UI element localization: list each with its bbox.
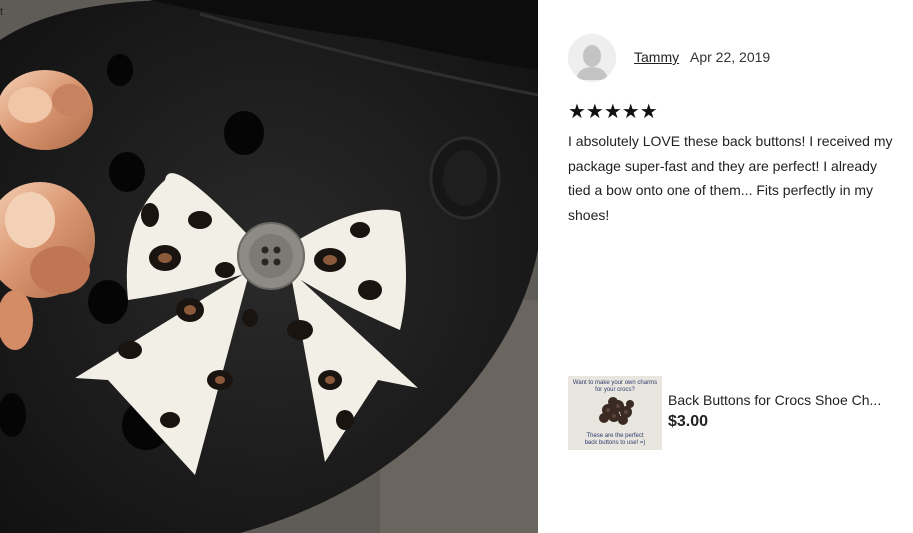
review-photo[interactable]: t — [0, 0, 538, 533]
product-thumbnail[interactable]: Want to make your own charms for your cr… — [568, 376, 662, 450]
thumbnail-caption-line: back buttons to use! =) — [584, 440, 646, 446]
review-photo-image — [0, 0, 538, 533]
review-text: I absolutely LOVE these back buttons! I … — [568, 133, 893, 223]
photo-edge-text: t — [0, 6, 4, 18]
thumbnail-caption-line: These are the perfect — [586, 433, 644, 439]
product-price: $3.00 — [668, 413, 709, 430]
avatar-silhouette-icon — [568, 34, 616, 82]
star-rating: ★★★★★ — [568, 101, 658, 123]
product-title-link[interactable]: Back Buttons for Crocs Shoe Ch... — [668, 392, 908, 408]
review-date: Apr 22, 2019 — [690, 49, 771, 65]
reviewer-avatar[interactable] — [568, 34, 616, 82]
review-panel: Tammy Apr 22, 2019 ★★★★★ I absolutely LO… — [538, 0, 913, 533]
reviewer-name-link[interactable]: Tammy — [634, 49, 679, 65]
